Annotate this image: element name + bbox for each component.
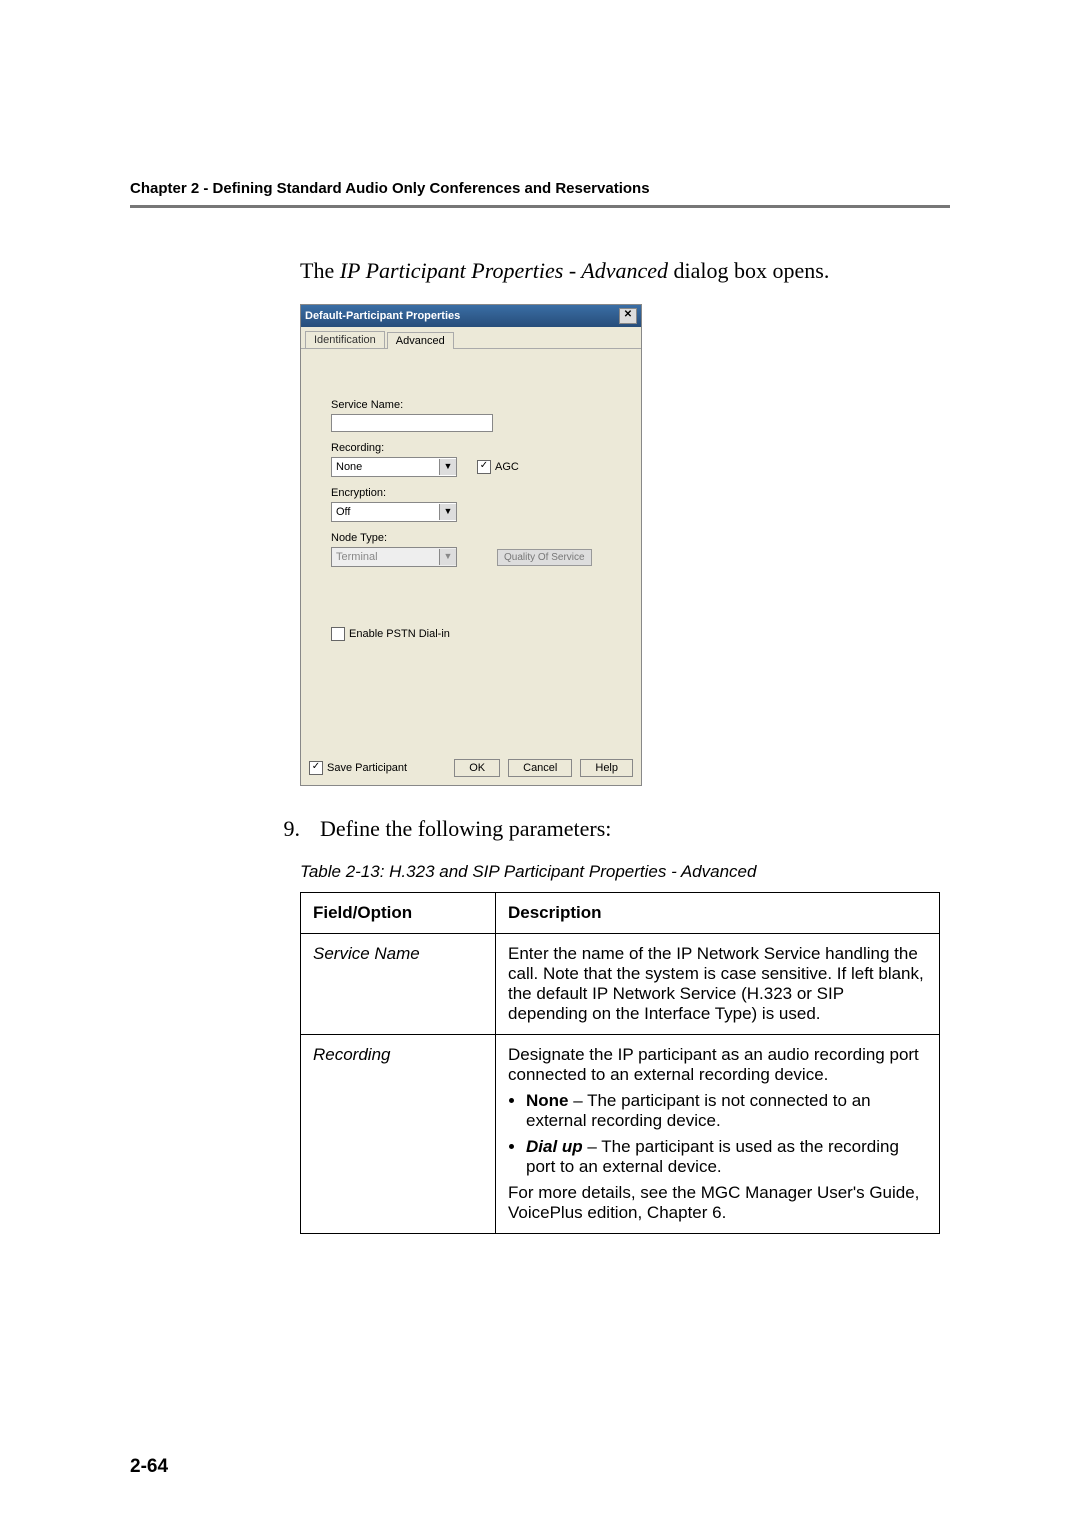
encryption-select[interactable]: Off ▼ xyxy=(331,502,457,522)
bullet-none-b: None xyxy=(526,1091,569,1110)
table-row: Recording Designate the IP participant a… xyxy=(301,1035,940,1234)
cancel-button[interactable]: Cancel xyxy=(508,759,572,777)
intro-text: The IP Participant Properties - Advanced… xyxy=(300,258,950,284)
step-9: 9. Define the following parameters: xyxy=(270,816,950,842)
th-field-option: Field/Option xyxy=(301,893,496,934)
step-text: Define the following parameters: xyxy=(320,816,611,842)
tab-advanced[interactable]: Advanced xyxy=(387,332,454,349)
chevron-down-icon: ▼ xyxy=(439,459,456,475)
table-row: Service Name Enter the name of the IP Ne… xyxy=(301,934,940,1035)
ok-button[interactable]: OK xyxy=(454,759,500,777)
dialog-footer: ✓ Save Participant OK Cancel Help xyxy=(301,751,641,785)
node-type-value: Terminal xyxy=(336,551,378,563)
header-rule xyxy=(130,205,950,208)
save-participant-checkbox[interactable]: ✓ xyxy=(309,761,323,775)
table-caption: Table 2-13: H.323 and SIP Participant Pr… xyxy=(300,862,950,882)
desc-service-name: Enter the name of the IP Network Service… xyxy=(496,934,940,1035)
bullet-none: None – The participant is not connected … xyxy=(526,1091,927,1131)
dialog-default-participant-properties: Default-Participant Properties ✕ Identif… xyxy=(300,304,642,786)
pstn-row[interactable]: Enable PSTN Dial-in xyxy=(331,627,611,641)
bullet-none-t: – The participant is not connected to an… xyxy=(526,1091,871,1130)
node-type-select: Terminal ▼ xyxy=(331,547,457,567)
field-recording: Recording xyxy=(301,1035,496,1234)
recording-value: None xyxy=(336,461,362,473)
chevron-down-icon: ▼ xyxy=(439,504,456,520)
dialog-title: Default-Participant Properties xyxy=(305,310,460,322)
intro-prefix: The xyxy=(300,258,340,283)
table-header-row: Field/Option Description xyxy=(301,893,940,934)
desc-recording: Designate the IP participant as an audio… xyxy=(496,1035,940,1234)
dialog-titlebar: Default-Participant Properties ✕ xyxy=(301,305,641,327)
field-service-name: Service Name xyxy=(301,934,496,1035)
dialog-body: Service Name: Recording: None ▼ ✓ AGC Enc… xyxy=(301,349,641,661)
help-button[interactable]: Help xyxy=(580,759,633,777)
bullet-dialup: Dial up – The participant is used as the… xyxy=(526,1137,927,1177)
agc-checkbox-row[interactable]: ✓ AGC xyxy=(477,460,519,474)
step-number: 9. xyxy=(270,816,300,842)
bullet-dialup-t: – The participant is used as the recordi… xyxy=(526,1137,899,1176)
chevron-down-icon: ▼ xyxy=(439,549,456,565)
intro-suffix: dialog box opens. xyxy=(668,258,829,283)
save-participant-row[interactable]: ✓ Save Participant xyxy=(309,761,446,775)
pstn-checkbox[interactable] xyxy=(331,627,345,641)
agc-checkbox[interactable]: ✓ xyxy=(477,460,491,474)
intro-italic: IP Participant Properties - Advanced xyxy=(340,258,668,283)
tab-identification[interactable]: Identification xyxy=(305,331,385,348)
dialog-tabstrip: Identification Advanced xyxy=(301,327,641,349)
label-recording: Recording: xyxy=(331,442,611,454)
agc-label: AGC xyxy=(495,461,519,473)
pstn-label: Enable PSTN Dial-in xyxy=(349,628,450,640)
properties-table: Field/Option Description Service Name En… xyxy=(300,892,940,1234)
label-service-name: Service Name: xyxy=(331,399,611,411)
quality-of-service-button: Quality Of Service xyxy=(497,549,592,566)
label-encryption: Encryption: xyxy=(331,487,611,499)
bullet-dialup-b: Dial up xyxy=(526,1137,583,1156)
recording-lead: Designate the IP participant as an audio… xyxy=(508,1045,927,1085)
close-icon[interactable]: ✕ xyxy=(619,308,637,324)
recording-select[interactable]: None ▼ xyxy=(331,457,457,477)
th-description: Description xyxy=(496,893,940,934)
recording-tail: For more details, see the MGC Manager Us… xyxy=(508,1183,927,1223)
label-node-type: Node Type: xyxy=(331,532,611,544)
save-participant-label: Save Participant xyxy=(327,762,407,774)
encryption-value: Off xyxy=(336,506,350,518)
page-number: 2-64 xyxy=(130,1456,168,1478)
chapter-header: Chapter 2 - Defining Standard Audio Only… xyxy=(130,180,950,197)
service-name-input[interactable] xyxy=(331,414,493,432)
